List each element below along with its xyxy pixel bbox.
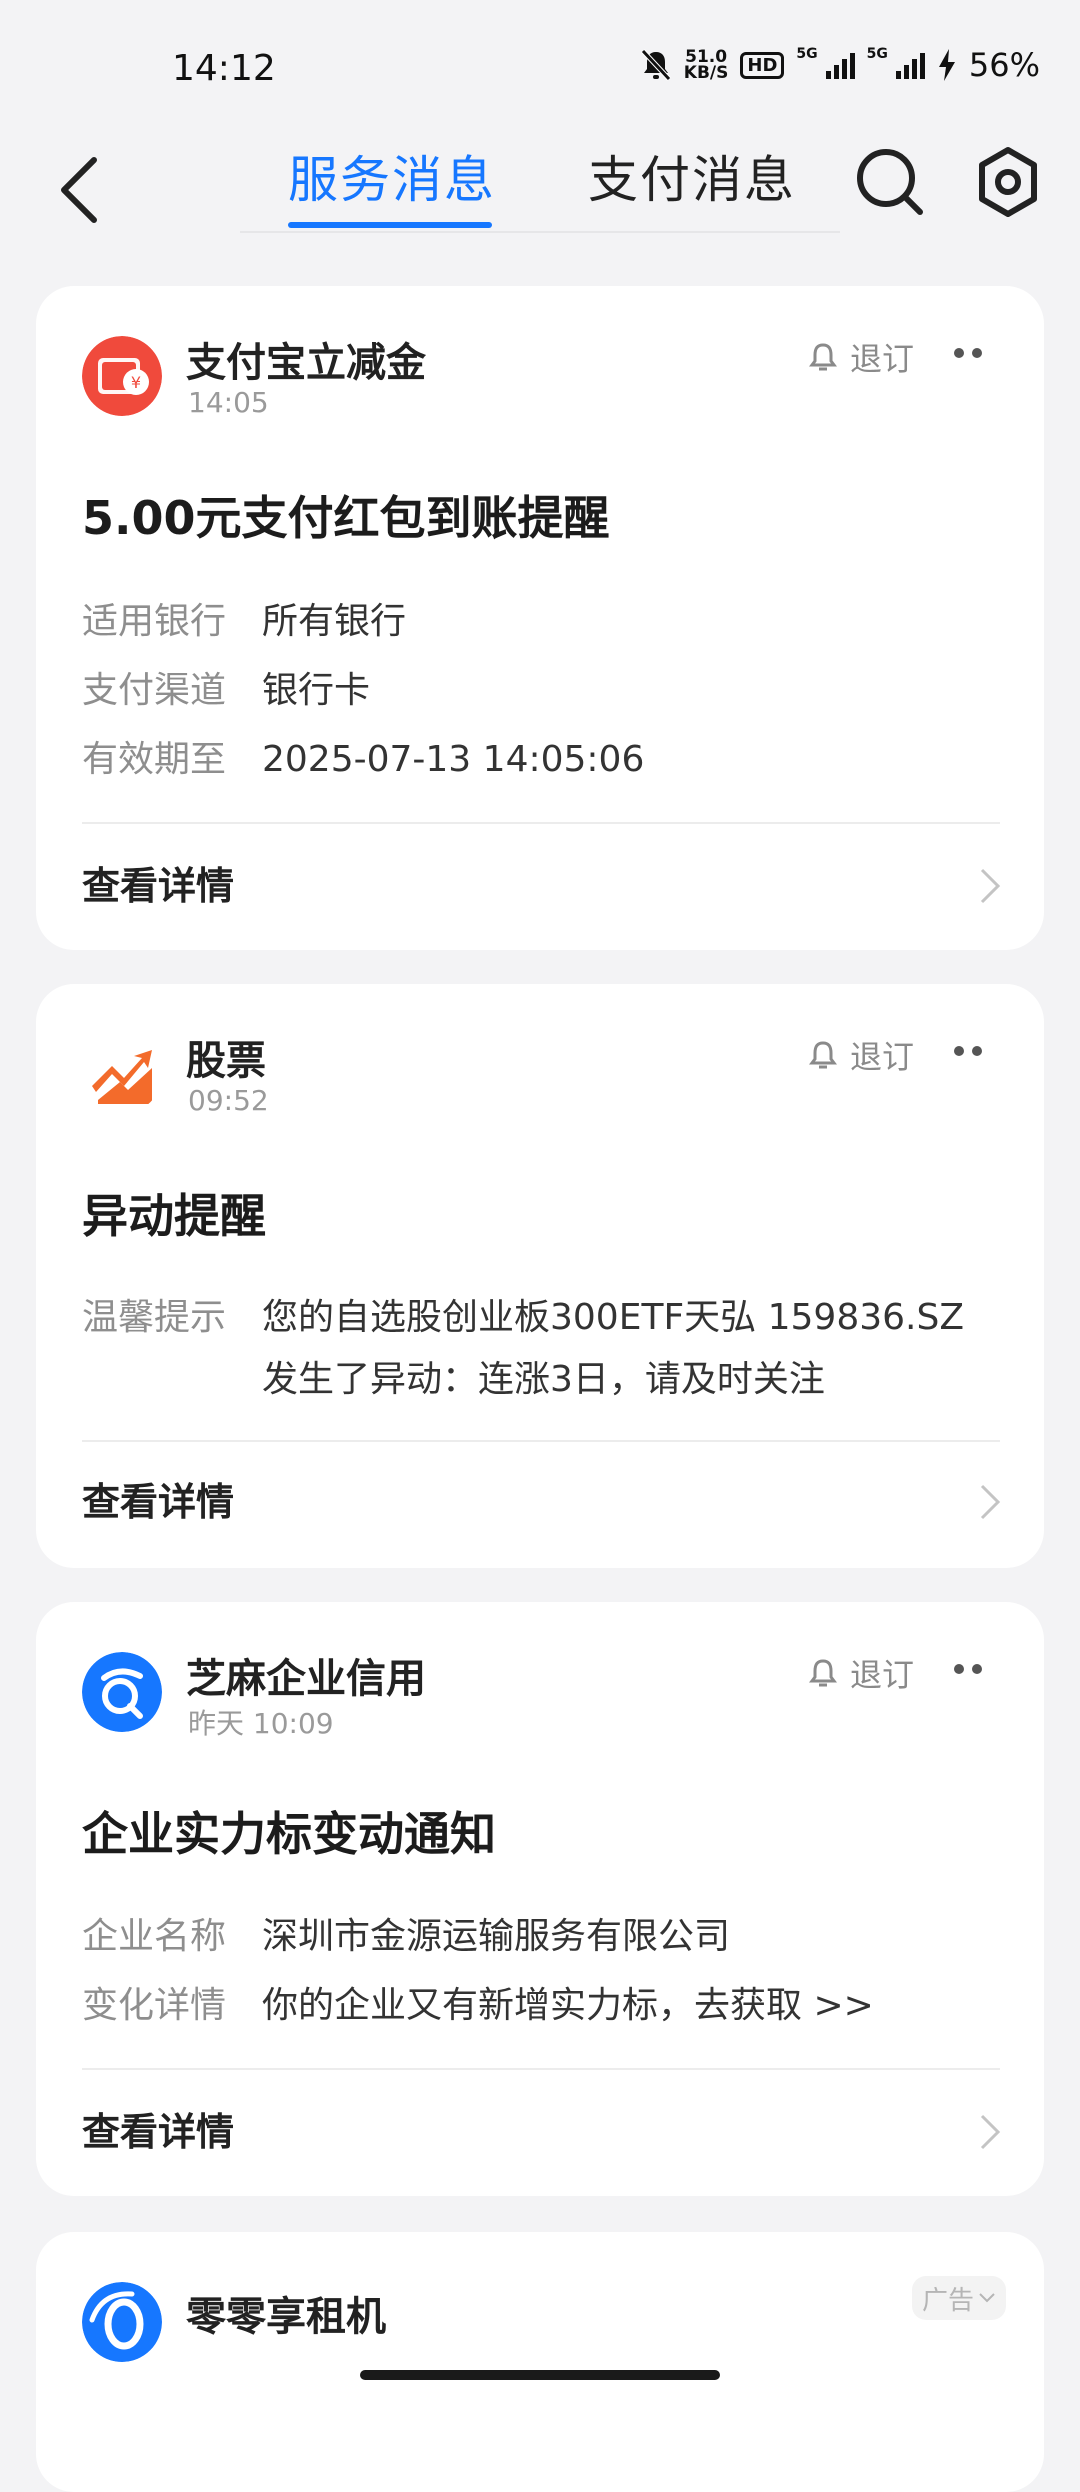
charging-bolt-icon	[938, 49, 955, 81]
unsubscribe-button[interactable]: 退订	[808, 334, 914, 380]
active-tab-indicator	[288, 222, 492, 228]
bell-icon	[809, 343, 837, 371]
tab-payment-messages[interactable]: 支付消息	[588, 140, 796, 212]
view-details-label: 查看详情	[82, 2110, 235, 2154]
bell-icon	[809, 1041, 837, 1069]
info-value-line2: 发生了异动：连涨3日，请及时关注	[262, 1359, 825, 1400]
chevron-down-icon	[979, 2293, 995, 2303]
info-value: 2025-07-13 14:05:06	[262, 739, 645, 780]
more-options-icon[interactable]	[954, 348, 982, 358]
info-key: 温馨提示	[82, 1297, 227, 1338]
view-details-button[interactable]: 查看详情	[82, 2102, 1004, 2162]
card-divider	[82, 2068, 1000, 2070]
more-options-icon[interactable]	[954, 1664, 982, 1674]
message-card-stocks[interactable]: 股票 09:52 退订 异动提醒 温馨提示 您的自选股创业板300ETF天弘 1…	[36, 984, 1044, 1568]
card-divider	[82, 822, 1000, 824]
ad-badge[interactable]: 广告	[912, 2276, 1006, 2320]
info-key: 企业名称	[82, 1916, 227, 1957]
signal1-label: 5G	[796, 46, 818, 62]
info-key: 变化详情	[82, 1985, 227, 2026]
tab-service-messages[interactable]: 服务消息	[288, 140, 496, 212]
message-time: 昨天 10:09	[188, 1707, 334, 1740]
gear-icon[interactable]	[968, 142, 1048, 222]
info-value-line1: 您的自选股创业板300ETF天弘 159836.SZ	[262, 1297, 964, 1338]
message-headline: 5.00元支付红包到账提醒	[82, 491, 610, 545]
ad-label: 广告	[921, 2285, 974, 2316]
status-icons: 51.0 KB/S HD 5G 5G 56%	[640, 46, 1040, 84]
message-card-ad[interactable]: 零零享租机 广告	[36, 2232, 1044, 2492]
unsubscribe-button[interactable]: 退订	[808, 1650, 914, 1696]
nav-header: 服务消息 支付消息	[0, 130, 1080, 250]
info-value: 您的自选股创业板300ETF天弘 159836.SZ 发生了异动：连涨3日，请及…	[262, 1287, 964, 1411]
unsubscribe-button[interactable]: 退订	[808, 1032, 914, 1078]
sender-name: 支付宝立减金	[186, 340, 426, 386]
info-row: 温馨提示 您的自选股创业板300ETF天弘 159836.SZ 发生了异动：连涨…	[82, 1287, 1004, 1411]
info-row: 支付渠道 银行卡	[82, 660, 1004, 722]
info-row: 适用银行 所有银行	[82, 591, 1004, 653]
chevron-right-icon	[980, 868, 1001, 904]
chevron-right-icon	[980, 1484, 1001, 1520]
message-time: 14:05	[188, 386, 269, 419]
message-card-alipay-coupon[interactable]: ¥ 支付宝立减金 14:05 退订 5.00元支付红包到账提醒 适用银行 所有银…	[36, 286, 1044, 950]
info-key: 支付渠道	[82, 670, 227, 711]
info-row: 变化详情 你的企业又有新增实力标，去获取 >>	[82, 1975, 1004, 2037]
back-arrow-icon[interactable]	[50, 150, 110, 230]
message-headline: 异动提醒	[82, 1189, 266, 1243]
info-key: 适用银行	[82, 601, 227, 642]
message-headline: 企业实力标变动通知	[82, 1807, 496, 1861]
signal-icon	[825, 51, 855, 79]
info-value: 深圳市金源运输服务有限公司	[262, 1916, 731, 1957]
info-key: 有效期至	[82, 739, 227, 780]
unsubscribe-label: 退订	[850, 1656, 915, 1694]
stock-trend-icon	[82, 1034, 162, 1114]
more-options-icon[interactable]	[954, 1046, 982, 1056]
svg-text:¥: ¥	[131, 373, 141, 392]
sender-name: 零零享租机	[186, 2294, 386, 2340]
view-details-button[interactable]: 查看详情	[82, 1472, 1004, 1532]
info-value: 你的企业又有新增实力标，去获取 >>	[262, 1985, 874, 2026]
unsubscribe-label: 退订	[850, 1038, 915, 1076]
status-time: 14:12	[172, 48, 276, 89]
battery-level: 56%	[968, 46, 1040, 84]
view-details-button[interactable]: 查看详情	[82, 856, 1004, 916]
home-indicator[interactable]	[360, 2370, 720, 2380]
status-bar: 14:12 51.0 KB/S HD 5G 5G 56%	[0, 0, 1080, 130]
bell-icon	[809, 1659, 837, 1687]
info-row: 有效期至 2025-07-13 14:05:06	[82, 729, 1004, 791]
red-envelope-icon: ¥	[82, 336, 162, 416]
net-speed-unit: KB/S	[683, 63, 729, 83]
chevron-right-icon	[980, 2114, 1001, 2150]
message-card-zhima-credit[interactable]: 芝麻企业信用 昨天 10:09 退订 企业实力标变动通知 企业名称 深圳市金源运…	[36, 1602, 1044, 2196]
net-speed: 51.0 KB/S	[683, 49, 729, 83]
info-value: 所有银行	[262, 601, 407, 642]
bell-muted-icon	[640, 49, 671, 81]
signal-icon-2	[895, 51, 925, 79]
unsubscribe-label: 退订	[850, 340, 915, 378]
info-value: 银行卡	[262, 670, 371, 711]
search-icon[interactable]	[850, 142, 930, 222]
card-divider	[82, 1440, 1000, 1442]
info-row: 企业名称 深圳市金源运输服务有限公司	[82, 1906, 1004, 1968]
message-time: 09:52	[188, 1084, 269, 1117]
hd-badge: HD	[740, 51, 785, 79]
tab-divider	[240, 231, 840, 233]
sender-name: 股票	[186, 1038, 266, 1084]
signal2-label: 5G	[866, 46, 888, 62]
zhima-credit-icon	[82, 1652, 162, 1732]
sender-name: 芝麻企业信用	[186, 1656, 426, 1702]
view-details-label: 查看详情	[82, 864, 235, 908]
view-details-label: 查看详情	[82, 1480, 235, 1524]
lingling-logo-icon	[82, 2282, 162, 2362]
